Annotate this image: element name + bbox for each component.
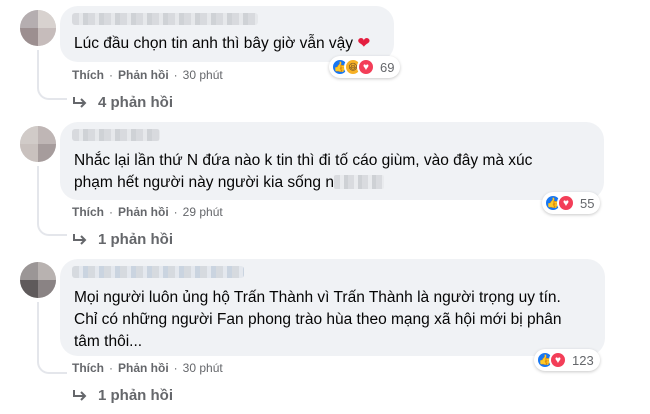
reply-button[interactable]: Phản hồi (118, 205, 169, 219)
reaction-count: 55 (580, 195, 595, 211)
comment-text-line-2: Chỉ có những người Fan phong trào hùa th… (74, 311, 562, 328)
comment-bubble: Lúc đầu chọn tin anh thì bây giờ vẫn vậy… (60, 6, 394, 62)
replies-count-label: 1 phản hồi (98, 231, 173, 248)
avatar[interactable] (20, 126, 56, 162)
like-button[interactable]: Thích (72, 68, 104, 82)
comment-text-line-2-content: phạm hết người này người kia sống n (74, 174, 334, 191)
comment-text-line-2: phạm hết người này người kia sống n (74, 172, 604, 194)
thread-line (37, 302, 39, 362)
comment-text: Lúc đầu chọn tin anh thì bây giờ vẫn vậy… (74, 33, 394, 55)
timestamp[interactable]: 30 phút (183, 361, 223, 375)
reply-button[interactable]: Phản hồi (118, 68, 169, 82)
comment-text-content: Lúc đầu chọn tin anh thì bây giờ vẫn vậy (74, 35, 354, 52)
timestamp[interactable]: 29 phút (183, 205, 223, 219)
love-icon: ♥ (557, 194, 575, 212)
comment-bubble: Nhắc lại lần thứ N đứa nào k tin thì đi … (60, 122, 604, 200)
author-name[interactable] (72, 13, 258, 25)
thread-line (37, 50, 39, 88)
love-icon: ♥ (357, 58, 375, 76)
author-name[interactable] (72, 129, 160, 141)
reply-button[interactable]: Phản hồi (118, 361, 169, 375)
thread-connector (37, 360, 67, 374)
redacted-text (333, 175, 384, 189)
like-button[interactable]: Thích (72, 205, 104, 219)
reaction-summary[interactable]: 👍 😆 ♥ 69 (329, 56, 401, 78)
view-replies-button[interactable]: 4 phản hồi (72, 94, 173, 111)
thread-connector (37, 222, 67, 236)
avatar[interactable] (20, 262, 56, 298)
thread-connector (37, 86, 67, 100)
comment-text: Mọi người luôn ủng hộ Trấn Thành vì Trấn… (74, 287, 604, 353)
heart-emoji: ❤ (357, 35, 371, 52)
comment-actions: Thích · Phản hồi · 29 phút (72, 205, 223, 219)
love-icon: ♥ (549, 351, 567, 369)
author-name[interactable] (72, 266, 244, 278)
reply-arrow-icon (73, 389, 87, 401)
reply-arrow-icon (73, 96, 87, 108)
timestamp[interactable]: 30 phút (183, 68, 223, 82)
comment-text-line-1: Mọi người luôn ủng hộ Trấn Thành vì Trấn… (74, 289, 561, 306)
comment-text: Nhắc lại lần thứ N đứa nào k tin thì đi … (74, 150, 604, 194)
thread-line (37, 166, 39, 224)
reaction-summary[interactable]: 👍 ♥ 55 (542, 192, 601, 214)
comment-actions: Thích · Phản hồi · 30 phút (72, 361, 223, 375)
like-button[interactable]: Thích (72, 361, 104, 375)
replies-count-label: 4 phản hồi (98, 94, 173, 111)
reaction-count: 69 (380, 59, 395, 75)
comment-text-line-3: tâm thôi... (74, 333, 143, 350)
reaction-count: 123 (572, 352, 594, 368)
comment-actions: Thích · Phản hồi · 30 phút (72, 68, 223, 82)
replies-count-label: 1 phản hồi (98, 387, 173, 404)
avatar[interactable] (20, 10, 56, 46)
comment-bubble: Mọi người luôn ủng hộ Trấn Thành vì Trấn… (60, 259, 605, 356)
view-replies-button[interactable]: 1 phản hồi (72, 231, 173, 248)
comment-text-line-1: Nhắc lại lần thứ N đứa nào k tin thì đi … (74, 152, 533, 169)
view-replies-button[interactable]: 1 phản hồi (72, 387, 173, 404)
reaction-summary[interactable]: 👍 ♥ 123 (534, 349, 600, 371)
reply-arrow-icon (73, 233, 87, 245)
